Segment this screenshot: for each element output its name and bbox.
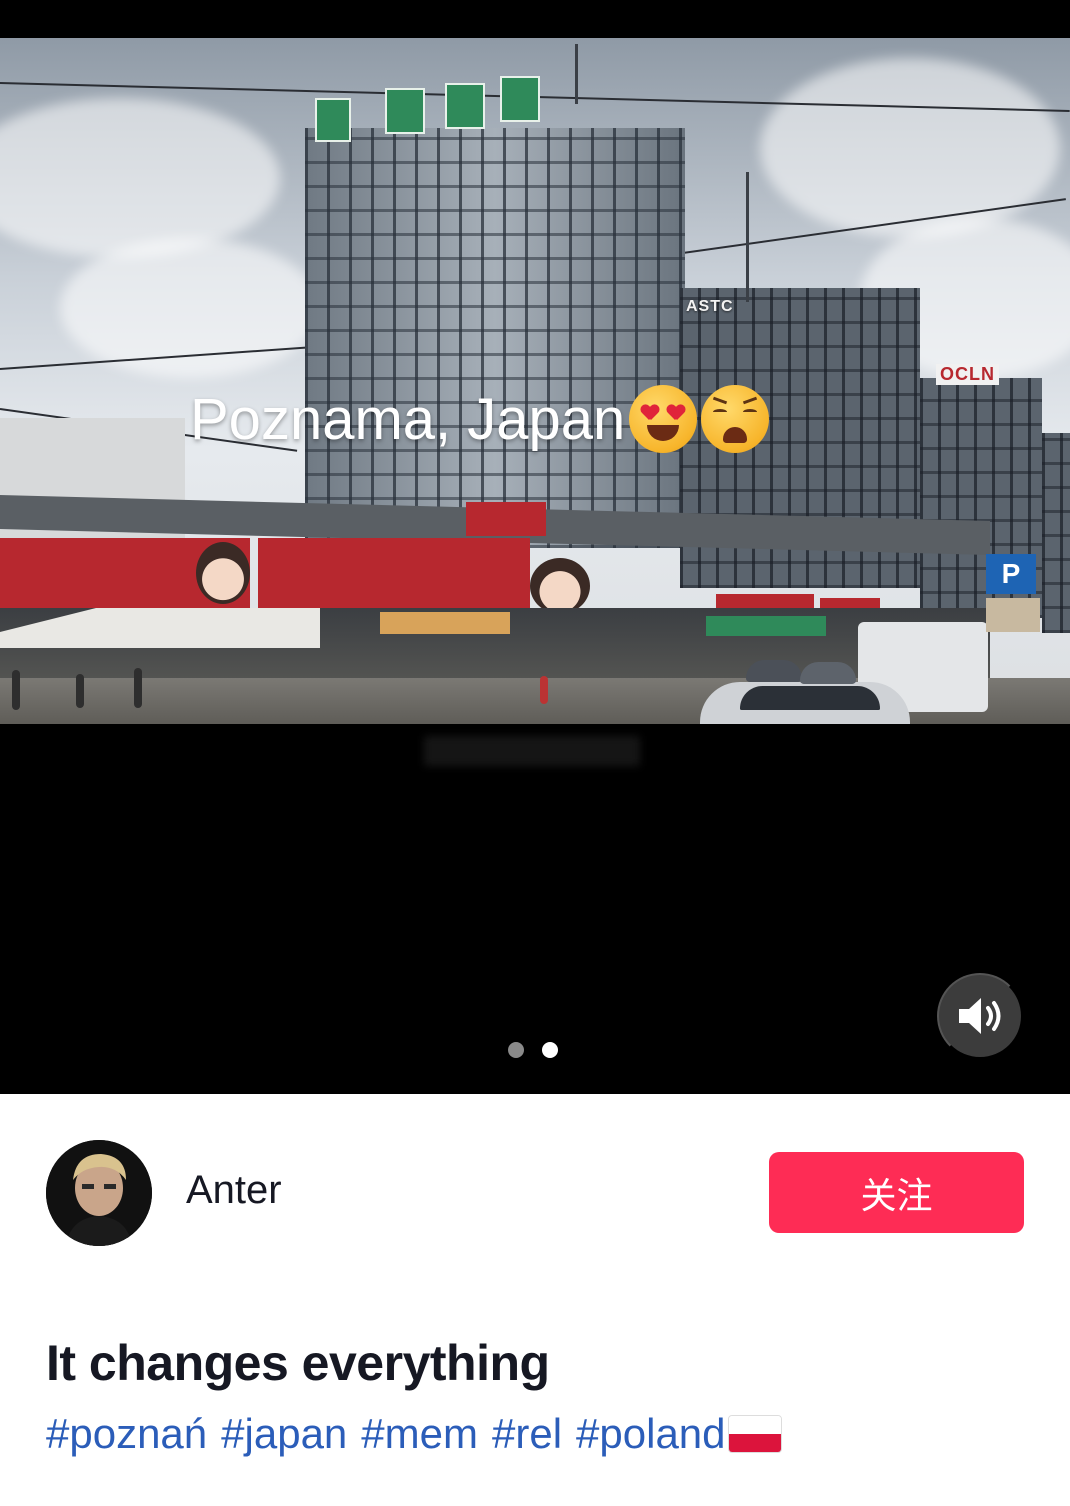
- video-frame-image: ASTC OCLN P Poznama, Japan: [0, 38, 1070, 724]
- author-name[interactable]: Anter: [186, 1168, 282, 1213]
- blurred-subtitle: [424, 736, 640, 766]
- building-label: ASTC: [686, 298, 734, 315]
- building-label: OCLN: [936, 364, 999, 385]
- video-overlay-caption: Poznama, Japan: [190, 384, 770, 454]
- smiling-face-with-heart-eyes-icon: [629, 385, 698, 453]
- follow-button[interactable]: 关注: [769, 1152, 1024, 1233]
- video-player[interactable]: ASTC OCLN P Poznama, Japan: [0, 0, 1070, 1094]
- post-title: It changes everything: [46, 1335, 550, 1391]
- speaker-volume-icon: [959, 998, 1001, 1034]
- hashtag-link[interactable]: #poland: [576, 1410, 725, 1458]
- author-row: Anter 关注: [0, 1094, 1070, 1294]
- hashtag-link[interactable]: #japan: [221, 1410, 347, 1458]
- hashtag-link[interactable]: #poznań: [46, 1410, 207, 1458]
- avatar-image: [46, 1140, 152, 1246]
- weary-face-icon: [701, 385, 770, 453]
- sound-toggle-button[interactable]: [937, 973, 1023, 1059]
- carousel-dot[interactable]: [508, 1042, 524, 1058]
- hashtag-link[interactable]: #mem: [361, 1410, 478, 1458]
- avatar[interactable]: [46, 1140, 152, 1246]
- carousel-indicator: [508, 1042, 558, 1058]
- hashtag-list: #poznań #japan #mem #rel #poland: [46, 1410, 782, 1458]
- poland-flag-icon: [727, 1415, 782, 1453]
- carousel-dot-active[interactable]: [542, 1042, 558, 1058]
- hashtag-link[interactable]: #rel: [492, 1410, 562, 1458]
- overlay-title-text: Poznama, Japan: [190, 386, 626, 452]
- post-view: ASTC OCLN P Poznama, Japan Anter 关注 It c…: [0, 0, 1070, 1506]
